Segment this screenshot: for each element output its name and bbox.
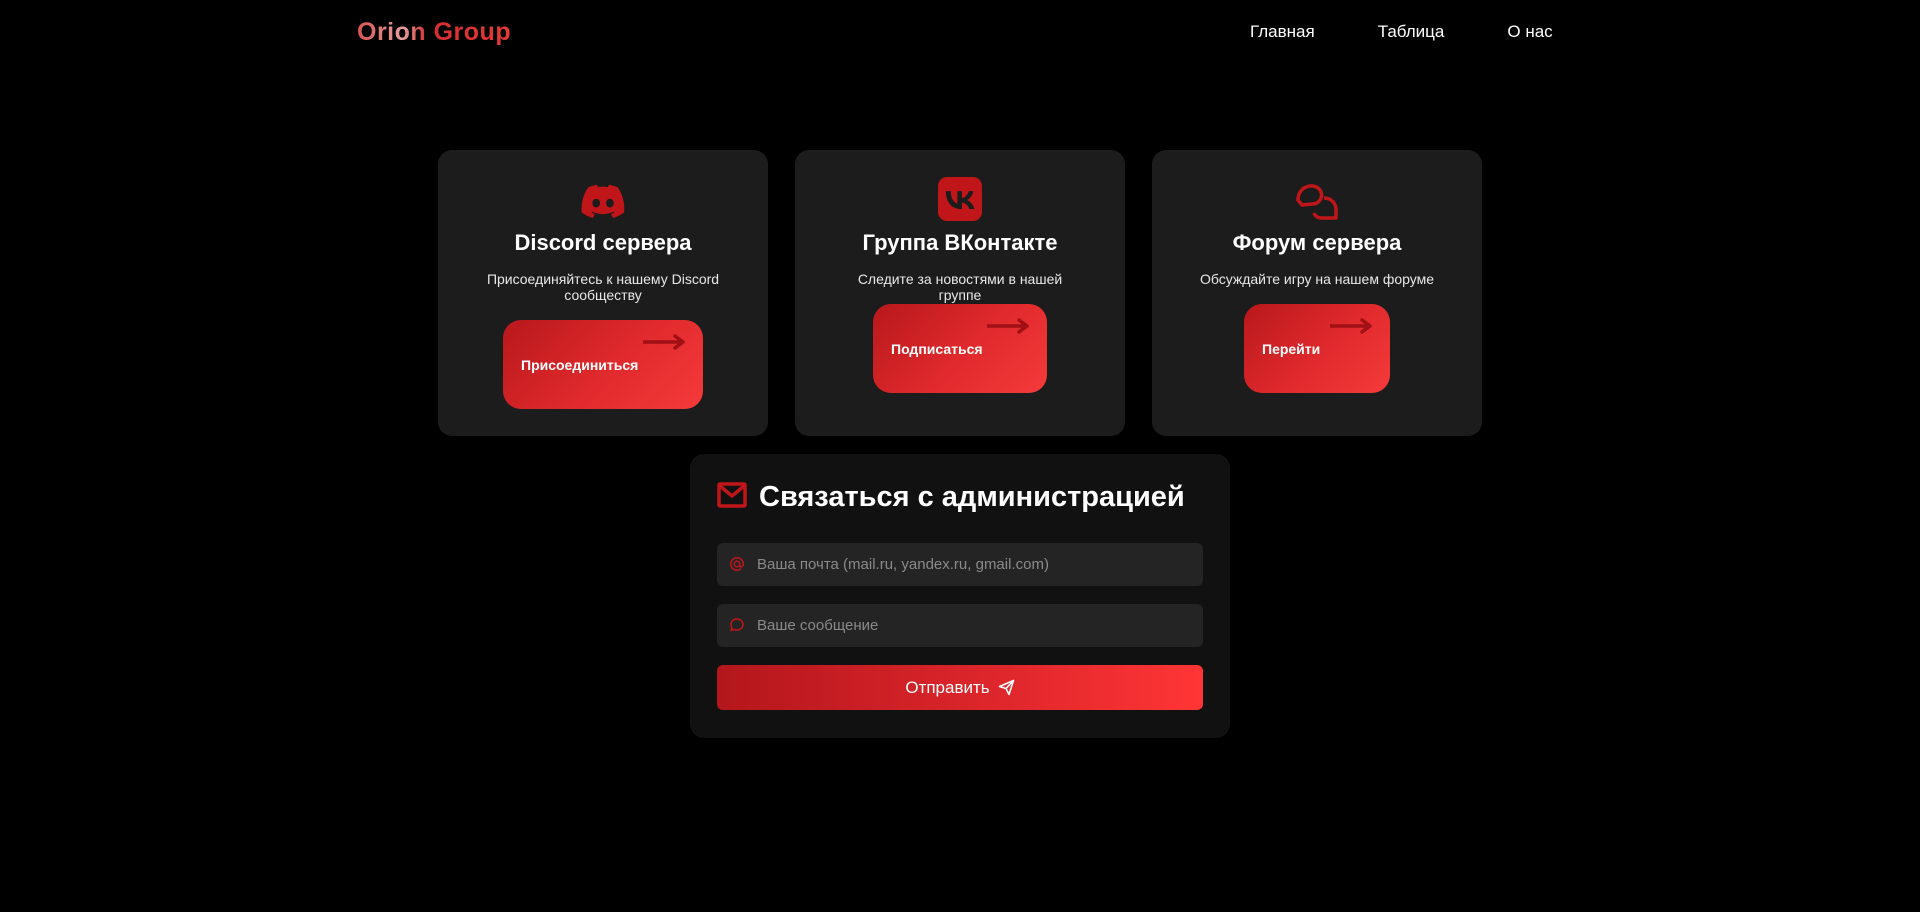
email-field <box>717 543 1203 586</box>
discord-icon <box>581 184 625 218</box>
send-button-label: Отправить <box>905 677 990 697</box>
arrow-right-icon <box>987 318 1029 334</box>
forum-card: Форум сервера Обсуждайте игру на нашем ф… <box>1152 150 1482 436</box>
card-title: Форум сервера <box>1232 230 1402 255</box>
card-title: Discord сервера <box>514 230 692 255</box>
go-to-forum-button[interactable]: Перейти <box>1244 304 1390 393</box>
message-bubble-icon <box>730 618 744 632</box>
site-logo[interactable]: Orion Group <box>357 18 511 47</box>
subscribe-vk-button[interactable]: Подписаться <box>873 304 1047 393</box>
send-button[interactable]: Отправить <box>717 665 1203 710</box>
arrow-right-icon <box>1330 318 1372 334</box>
join-discord-button[interactable]: Присоединиться <box>503 320 703 409</box>
nav-link-about[interactable]: О нас <box>1507 22 1552 42</box>
contact-admin-form: Связаться с администрацией Отправить <box>690 454 1230 738</box>
card-description: Обсуждайте игру на нашем форуме <box>1199 271 1435 287</box>
nav-link-home[interactable]: Главная <box>1250 22 1315 42</box>
contact-title: Связаться с администрацией <box>759 481 1185 513</box>
button-label: Подписаться <box>891 340 983 357</box>
card-description: Присоединяйтесь к нашему Discord сообщес… <box>486 271 720 303</box>
at-sign-icon <box>730 557 745 571</box>
message-field <box>717 604 1203 647</box>
main-nav: Главная Таблица О нас <box>1250 22 1553 42</box>
paper-plane-icon <box>998 679 1014 696</box>
button-label: Перейти <box>1262 340 1321 357</box>
email-input[interactable] <box>757 543 1187 586</box>
card-title: Группа ВКонтакте <box>862 230 1058 255</box>
discord-card: Discord сервера Присоединяйтесь к нашему… <box>438 150 768 436</box>
vk-icon <box>938 177 982 221</box>
card-description: Следите за новостями в нашей группе <box>857 271 1063 303</box>
button-label: Присоединиться <box>521 356 639 373</box>
forum-chat-icon <box>1296 184 1338 220</box>
envelope-icon <box>717 482 747 508</box>
arrow-right-icon <box>643 334 685 350</box>
vk-card: Группа ВКонтакте Следите за новостями в … <box>795 150 1125 436</box>
nav-link-table[interactable]: Таблица <box>1378 22 1445 42</box>
message-input[interactable] <box>757 604 1187 647</box>
